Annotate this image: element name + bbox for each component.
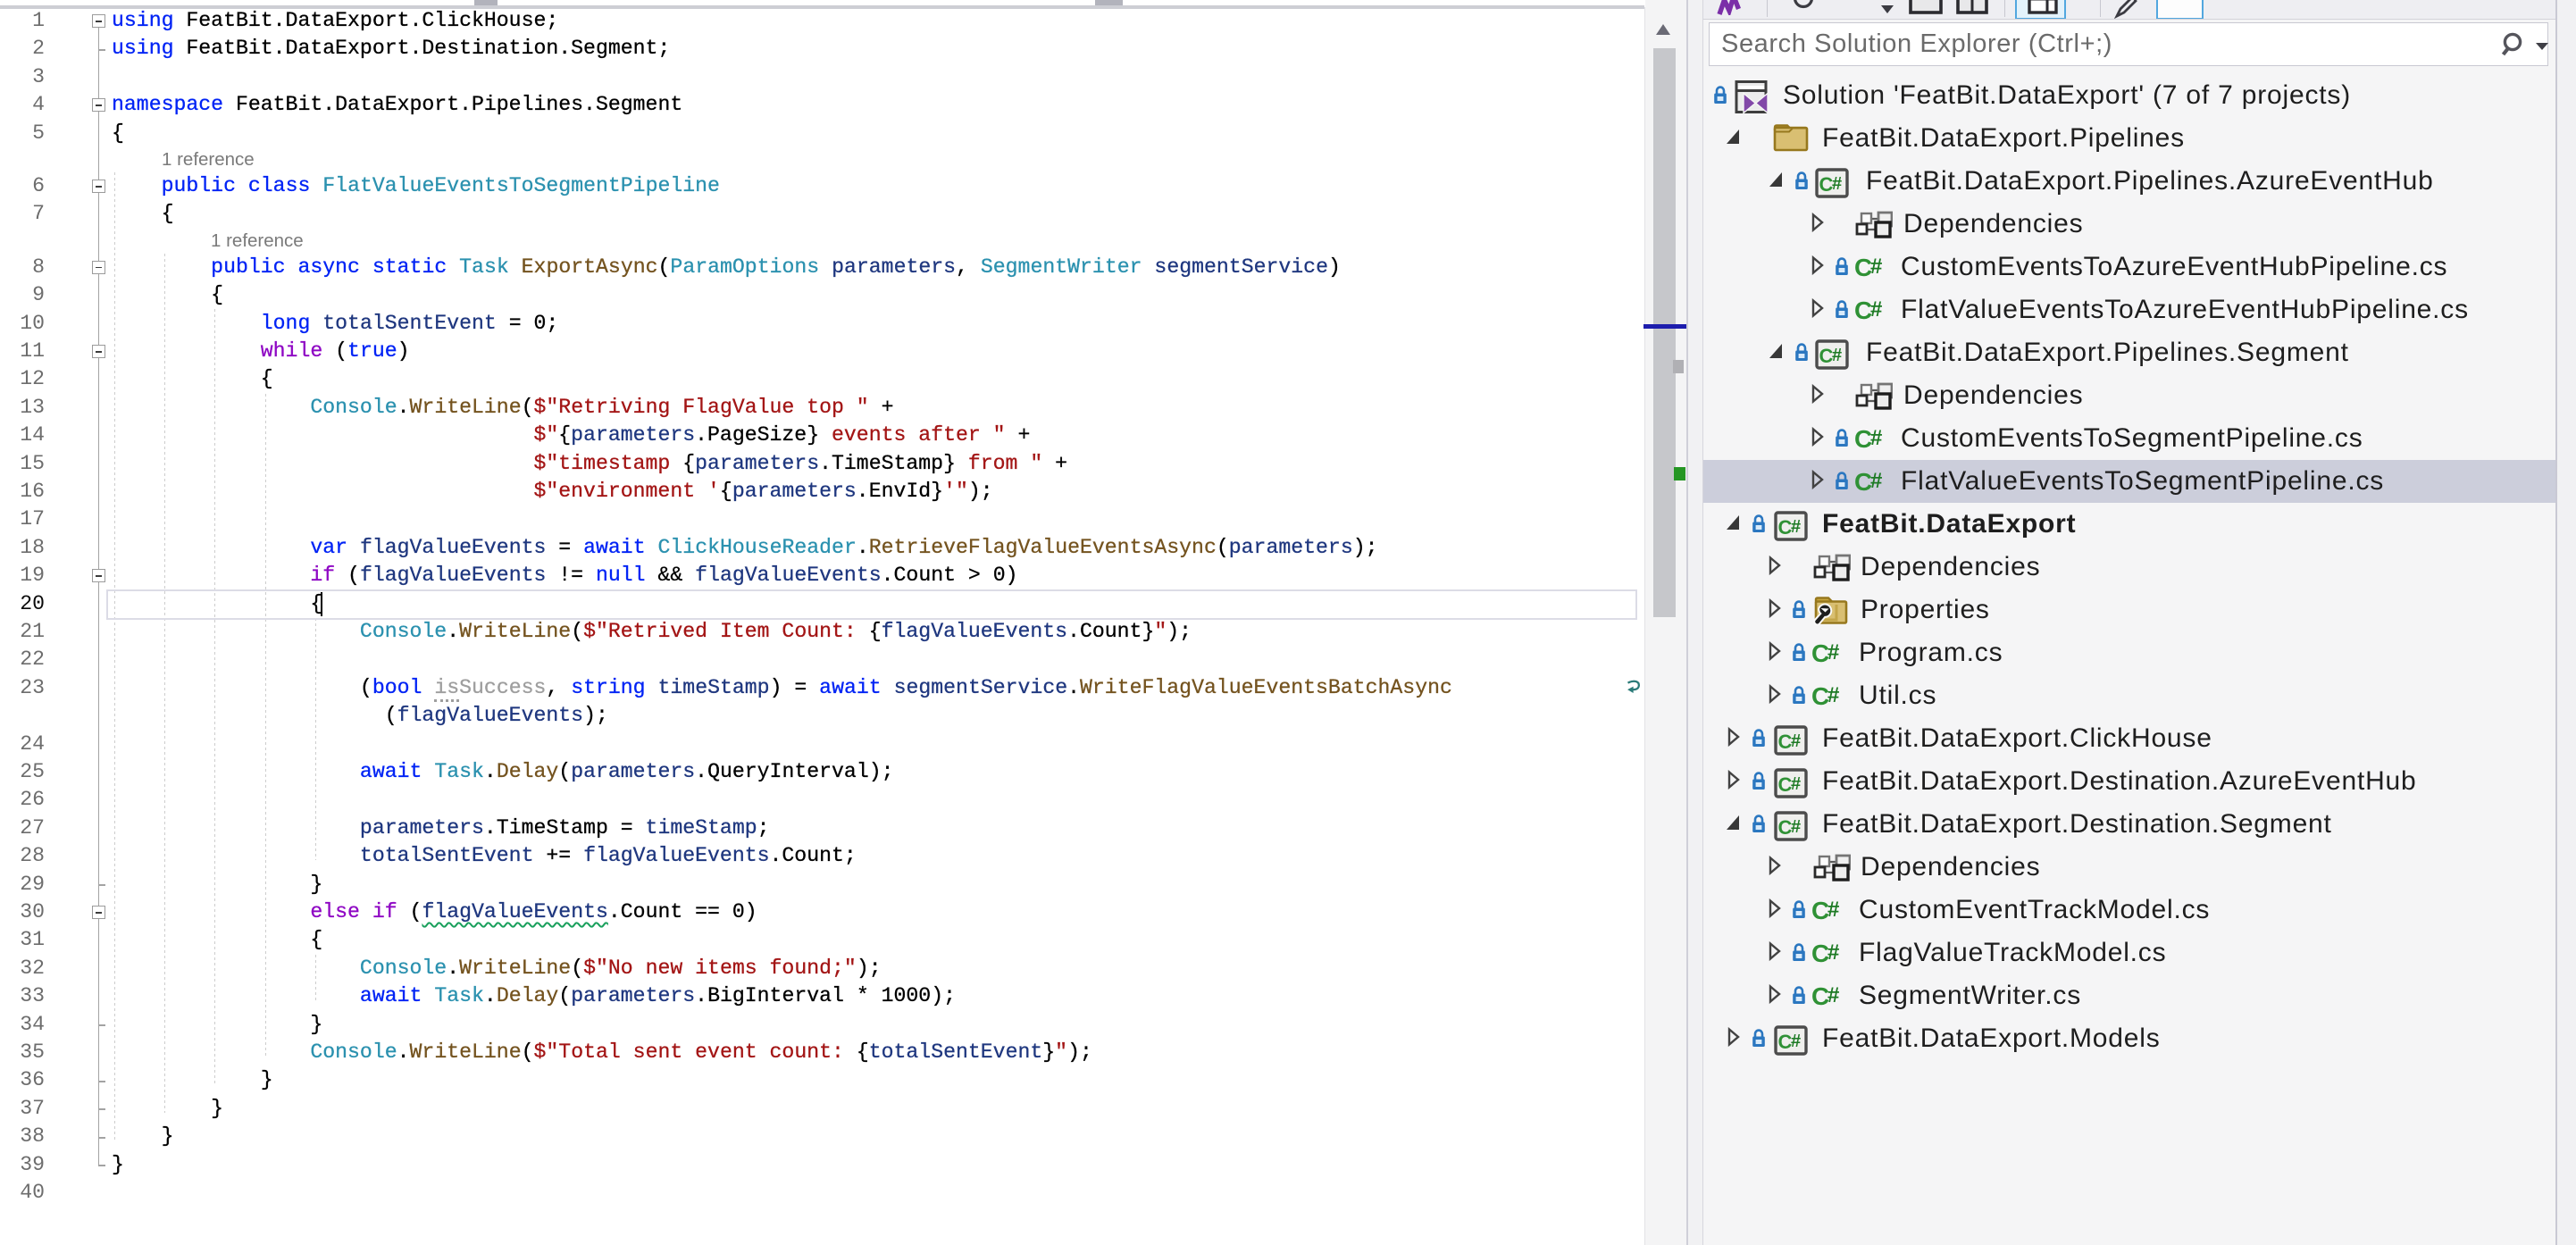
svg-text:#: # bbox=[1791, 817, 1802, 837]
svg-text:#: # bbox=[1827, 983, 1840, 1007]
svg-text:#: # bbox=[1870, 255, 1883, 279]
svg-text:#: # bbox=[1791, 774, 1802, 794]
svg-text:#: # bbox=[1791, 1032, 1802, 1051]
svg-text:#: # bbox=[1870, 426, 1883, 450]
svg-text:#: # bbox=[1832, 346, 1843, 365]
svg-text:#: # bbox=[1827, 898, 1840, 922]
svg-text:#: # bbox=[1791, 517, 1802, 537]
svg-text:#: # bbox=[1827, 683, 1840, 707]
svg-text:#: # bbox=[1832, 174, 1843, 194]
svg-text:#: # bbox=[1827, 940, 1840, 965]
svg-text:#: # bbox=[1870, 469, 1883, 493]
svg-text:#: # bbox=[1791, 731, 1802, 751]
svg-text:#: # bbox=[1827, 640, 1840, 664]
svg-text:#: # bbox=[1870, 297, 1883, 322]
